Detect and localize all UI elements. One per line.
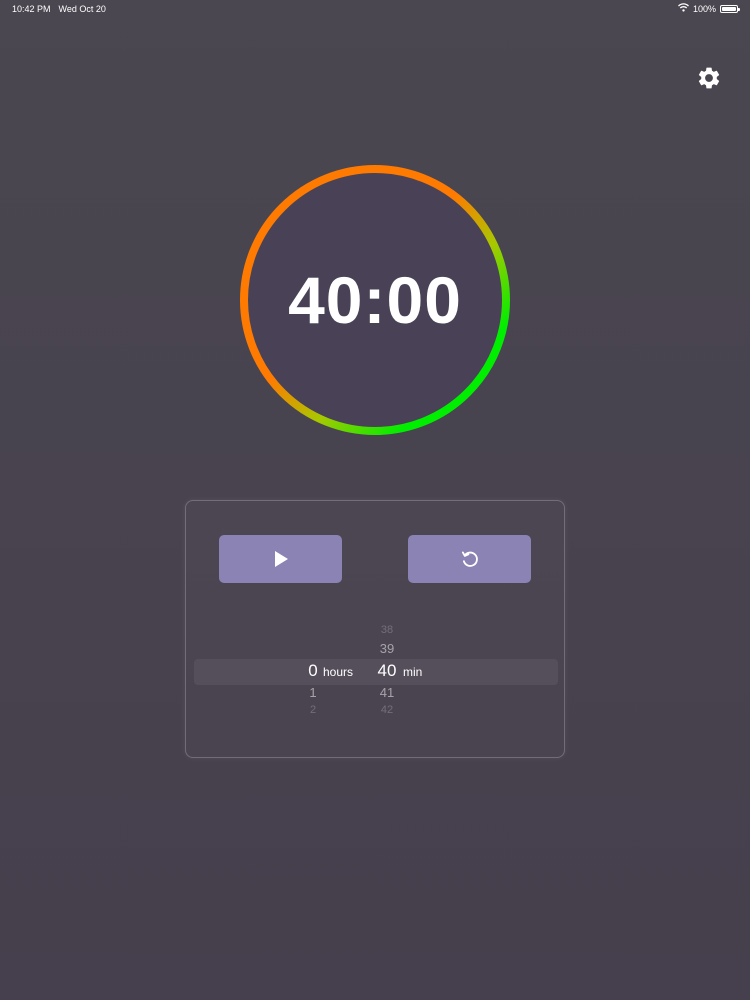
status-right: 100% bbox=[678, 3, 740, 14]
minutes-selected[interactable]: 40 bbox=[372, 661, 402, 681]
hours-option[interactable]: 2 bbox=[298, 704, 328, 714]
wifi-icon bbox=[678, 3, 689, 14]
play-button[interactable] bbox=[219, 535, 342, 583]
minutes-option[interactable]: 38 bbox=[372, 624, 402, 636]
minutes-unit-label: min bbox=[403, 665, 423, 679]
gear-icon bbox=[698, 67, 720, 89]
play-icon bbox=[274, 551, 288, 567]
settings-button[interactable] bbox=[694, 63, 724, 93]
battery-percent: 100% bbox=[692, 3, 716, 14]
status-left: 10:42 PM Wed Oct 20 bbox=[12, 4, 106, 14]
minutes-option[interactable]: 42 bbox=[372, 704, 402, 714]
hours-option[interactable]: 1 bbox=[298, 685, 328, 700]
hours-unit-label: hours bbox=[323, 665, 354, 679]
minutes-option[interactable]: 39 bbox=[372, 641, 402, 656]
time-picker[interactable]: 0 1 2 hours 38 39 40 41 42 min bbox=[186, 621, 564, 716]
control-panel: 0 1 2 hours 38 39 40 41 42 min bbox=[185, 500, 565, 758]
reset-button[interactable] bbox=[408, 535, 531, 583]
reset-icon bbox=[461, 551, 478, 567]
status-date: Wed Oct 20 bbox=[58, 4, 106, 14]
timer-display: 40:00 bbox=[288, 263, 462, 337]
status-time: 10:42 PM bbox=[12, 4, 51, 14]
battery-icon bbox=[720, 4, 740, 13]
minutes-option[interactable]: 41 bbox=[372, 685, 402, 700]
status-bar: 10:42 PM Wed Oct 20 100% bbox=[0, 0, 750, 18]
